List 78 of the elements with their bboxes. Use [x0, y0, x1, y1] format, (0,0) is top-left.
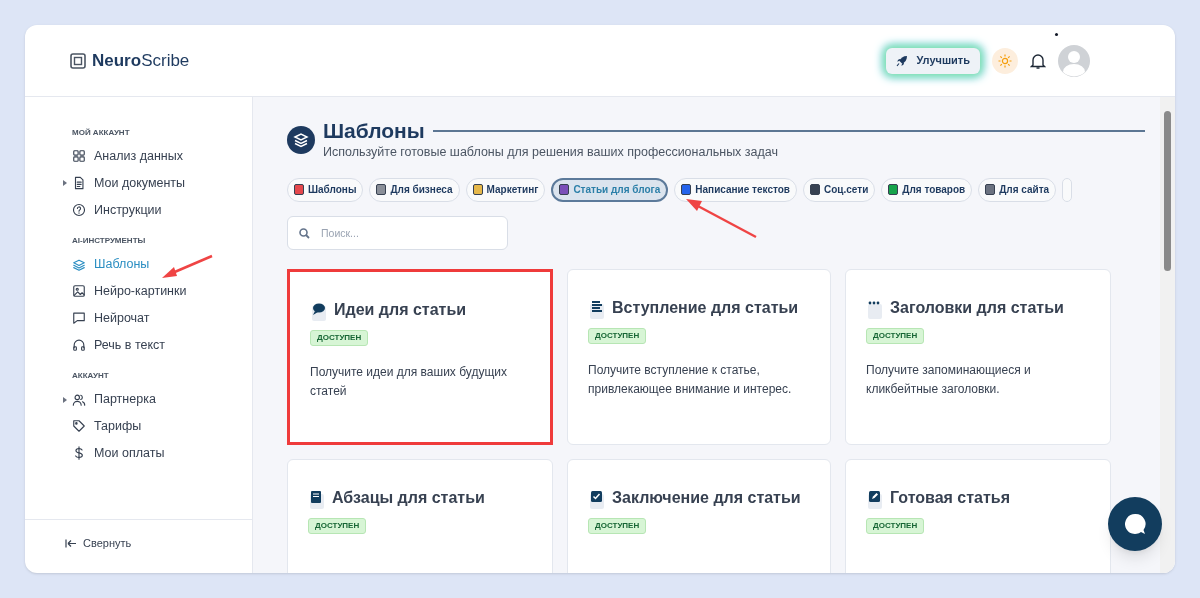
headphones-icon	[72, 337, 86, 352]
template-card[interactable]: Абзацы для статьи ДОСТУПЕН	[287, 458, 553, 573]
template-card[interactable]: Заключение для статьи ДОСТУПЕН	[567, 458, 831, 573]
theme-toggle-button[interactable]	[992, 47, 1018, 74]
sidebar-item[interactable]: Инструкции	[72, 200, 162, 220]
status-badge: ДОСТУПЕН	[310, 329, 369, 346]
rocket-icon	[896, 54, 909, 67]
logo-icon	[70, 52, 86, 69]
sidebar-item[interactable]: Мои документы	[72, 173, 186, 193]
scrollbar[interactable]	[1160, 97, 1175, 573]
speech-bubble-icon	[72, 311, 86, 326]
card-title: Абзацы для статьи	[332, 487, 485, 508]
chat-bubble-icon	[1124, 513, 1146, 535]
status-badge: ДОСТУПЕН	[588, 517, 647, 534]
status-badge: ДОСТУПЕН	[866, 517, 925, 534]
category-tab[interactable]: Статьи для блога	[551, 177, 669, 202]
section-heading: AI-ИНСТРУМЕНТЫ	[72, 235, 147, 248]
search-field[interactable]: Поиск...	[287, 215, 508, 250]
expand-caret-icon[interactable]	[63, 180, 67, 187]
sidebar-item[interactable]: Речь в текст	[72, 335, 166, 355]
book-icon	[308, 489, 326, 510]
template-card[interactable]: Идеи для статьи ДОСТУПЕН Получите идеи для ваших будущих статей	[287, 268, 553, 445]
card-description: Получите запоминающиеся и кликбейтные заголовки.	[866, 361, 1032, 398]
card-title: Идеи для статьи	[334, 299, 467, 320]
template-card[interactable]: Вступление для статьи ДОСТУПЕН Получите вступление к статье, привлекающее внимание и интерес.	[567, 268, 831, 445]
checkbox-icon	[588, 489, 606, 510]
card-description: Получите идеи для ваших будущих статей	[310, 363, 508, 400]
annotation-arrow	[160, 254, 214, 280]
card-title: Заголовки для статьи	[890, 297, 1064, 318]
template-card[interactable]: Готовая статья ДОСТУПЕН	[845, 458, 1111, 573]
card-title: Заключение для статьи	[612, 487, 801, 508]
help-icon	[72, 202, 86, 217]
layers-icon	[72, 257, 86, 272]
category-tab[interactable]: Для товаров	[881, 177, 973, 202]
sidebar-item[interactable]: Мои оплаты	[72, 443, 165, 463]
image-icon	[72, 284, 86, 299]
expand-caret-icon[interactable]	[63, 396, 67, 403]
category-tab[interactable]: Соц.сети	[803, 177, 876, 202]
speech-bubble-icon	[310, 301, 328, 322]
section-heading: АККАУНТ	[72, 370, 110, 383]
sidebar-item[interactable]: Шаблоны	[72, 255, 150, 274]
sidebar-item[interactable]: Тарифы	[72, 417, 142, 436]
dollar-icon	[72, 446, 86, 461]
collapse-button[interactable]: Свернуть	[65, 535, 132, 552]
card-title: Вступление для статьи	[612, 297, 799, 318]
section-heading: МОЙ АККАУНТ	[72, 127, 131, 139]
card-description: Получите вступление к статье, привлекающее внимание и интерес.	[588, 361, 793, 398]
grid-icon	[72, 149, 86, 164]
status-badge: ДОСТУПЕН	[588, 327, 647, 344]
template-card[interactable]: Заголовки для статьи ДОСТУПЕН Получите запоминающиеся и кликбейтные заголовки.	[845, 268, 1111, 445]
notification-icon[interactable]	[1030, 51, 1046, 70]
category-tab[interactable]: Написание текстов	[674, 177, 797, 202]
upgrade-button[interactable]: Улучшить	[886, 47, 980, 74]
chat-button[interactable]	[1108, 497, 1162, 551]
lines-icon	[588, 299, 606, 320]
page-subtitle: Используйте готовые шаблоны для решения ваших профессиональных задач	[323, 144, 779, 161]
category-tab[interactable]: Шаблоны	[287, 177, 364, 202]
pencil-icon	[866, 489, 884, 510]
category-tab[interactable]: Для сайта	[978, 177, 1057, 202]
sun-icon	[998, 53, 1012, 68]
status-badge: ДОСТУПЕН	[308, 517, 367, 534]
collapse-icon	[65, 539, 77, 548]
sidebar-item[interactable]: Анализ данных	[72, 147, 183, 166]
search-icon	[299, 227, 310, 239]
card-title: Готовая статья	[890, 487, 1010, 508]
sidebar-item[interactable]: Партнерка	[72, 390, 156, 409]
document-icon	[72, 176, 86, 191]
category-tab[interactable]: Маркетинг	[465, 177, 546, 202]
tag-icon	[72, 419, 86, 434]
sidebar-item[interactable]: Нейрочат	[72, 308, 150, 328]
dots-icon	[866, 299, 884, 320]
status-badge: ДОСТУПЕН	[866, 327, 925, 344]
sidebar-item[interactable]: Нейро-картинки	[72, 282, 187, 301]
page-title: Шаблоны	[323, 119, 425, 143]
category-tab[interactable]: Для бизнеса	[369, 177, 460, 202]
brand-logo[interactable]: NeuroScribe	[92, 47, 190, 74]
users-icon	[72, 392, 86, 407]
layers-icon	[287, 126, 315, 155]
